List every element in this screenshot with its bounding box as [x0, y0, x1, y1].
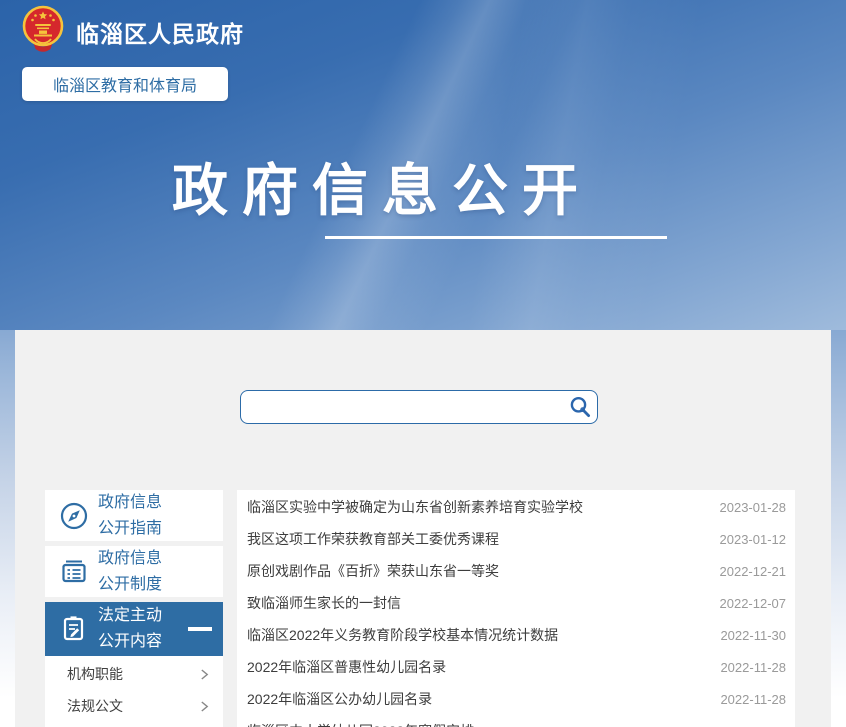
list-item[interactable]: 致临淄师生家长的一封信 2022-12-07 [237, 587, 795, 619]
title-underline [325, 236, 667, 239]
news-date: 2022-12-07 [720, 596, 787, 611]
sidebar-submenu: 机构职能 法规公文 [45, 656, 223, 727]
minus-icon [188, 627, 212, 631]
site-title[interactable]: 临淄区人民政府 [76, 15, 244, 49]
compass-icon [59, 501, 89, 531]
document-list-icon [59, 557, 89, 587]
news-date: 2023-01-12 [720, 532, 787, 547]
clipboard-pen-icon [59, 614, 89, 644]
list-item[interactable]: 临淄区中小学幼儿园2023年寒假安排 2022-11-25 [237, 715, 795, 727]
banner: 临淄区人民政府 临淄区教育和体育局 政府信息公开 [0, 0, 846, 330]
news-title[interactable]: 临淄区中小学幼儿园2023年寒假安排 [247, 721, 474, 727]
department-button[interactable]: 临淄区教育和体育局 [22, 67, 228, 101]
news-title[interactable]: 临淄区实验中学被确定为山东省创新素养培育实验学校 [247, 497, 583, 517]
sidebar-item-agency-functions[interactable]: 机构职能 [45, 658, 223, 690]
submenu-label: 法规公文 [67, 696, 123, 716]
content-panel: 政府信息 公开指南 政府信息 公开制度 [15, 330, 831, 727]
sidebar-item-label: 政府信息 公开制度 [98, 546, 162, 598]
sidebar-item-label: 政府信息 公开指南 [98, 490, 162, 542]
sidebar-item-statutory-disclosure[interactable]: 法定主动 公开内容 [45, 602, 223, 656]
search-button[interactable] [568, 395, 592, 419]
search-box [240, 390, 598, 424]
news-title[interactable]: 2022年临淄区公办幼儿园名录 [247, 689, 432, 709]
chevron-right-icon [200, 700, 209, 713]
news-title[interactable]: 原创戏剧作品《百折》荣获山东省一等奖 [247, 561, 499, 581]
news-date: 2022-11-28 [720, 660, 786, 675]
search-input[interactable] [251, 393, 565, 423]
page: 临淄区人民政府 临淄区教育和体育局 政府信息公开 [0, 0, 846, 727]
sidebar-item-label: 法定主动 公开内容 [98, 603, 162, 655]
news-title[interactable]: 临淄区2022年义务教育阶段学校基本情况统计数据 [247, 625, 558, 645]
china-national-emblem-icon [20, 4, 66, 56]
chevron-right-icon [200, 668, 209, 681]
news-date: 2022-12-21 [720, 564, 787, 579]
search-icon [568, 395, 592, 419]
sidebar: 政府信息 公开指南 政府信息 公开制度 [45, 490, 223, 727]
list-item[interactable]: 临淄区2022年义务教育阶段学校基本情况统计数据 2022-11-30 [237, 619, 795, 651]
news-date: 2022-11-28 [720, 692, 786, 707]
submenu-label: 机构职能 [67, 664, 123, 684]
list-item[interactable]: 临淄区实验中学被确定为山东省创新素养培育实验学校 2023-01-28 [237, 491, 795, 523]
news-date: 2023-01-28 [720, 500, 787, 515]
news-date: 2022-11-25 [720, 724, 786, 727]
news-date: 2022-11-30 [720, 628, 786, 643]
news-list: 临淄区实验中学被确定为山东省创新素养培育实验学校 2023-01-28 我区这项… [237, 490, 795, 727]
news-title[interactable]: 致临淄师生家长的一封信 [247, 593, 401, 613]
news-title[interactable]: 我区这项工作荣获教育部关工委优秀课程 [247, 529, 499, 549]
list-item[interactable]: 我区这项工作荣获教育部关工委优秀课程 2023-01-12 [237, 523, 795, 555]
news-title[interactable]: 2022年临淄区普惠性幼儿园名录 [247, 657, 446, 677]
sidebar-item-disclosure-rules[interactable]: 政府信息 公开制度 [45, 546, 223, 597]
list-item[interactable]: 2022年临淄区普惠性幼儿园名录 2022-11-28 [237, 651, 795, 683]
page-title: 政府信息公开 [172, 146, 592, 227]
sidebar-item-disclosure-guide[interactable]: 政府信息 公开指南 [45, 490, 223, 541]
list-item[interactable]: 2022年临淄区公办幼儿园名录 2022-11-28 [237, 683, 795, 715]
list-item[interactable]: 原创戏剧作品《百折》荣获山东省一等奖 2022-12-21 [237, 555, 795, 587]
sidebar-item-regulations-documents[interactable]: 法规公文 [45, 690, 223, 722]
